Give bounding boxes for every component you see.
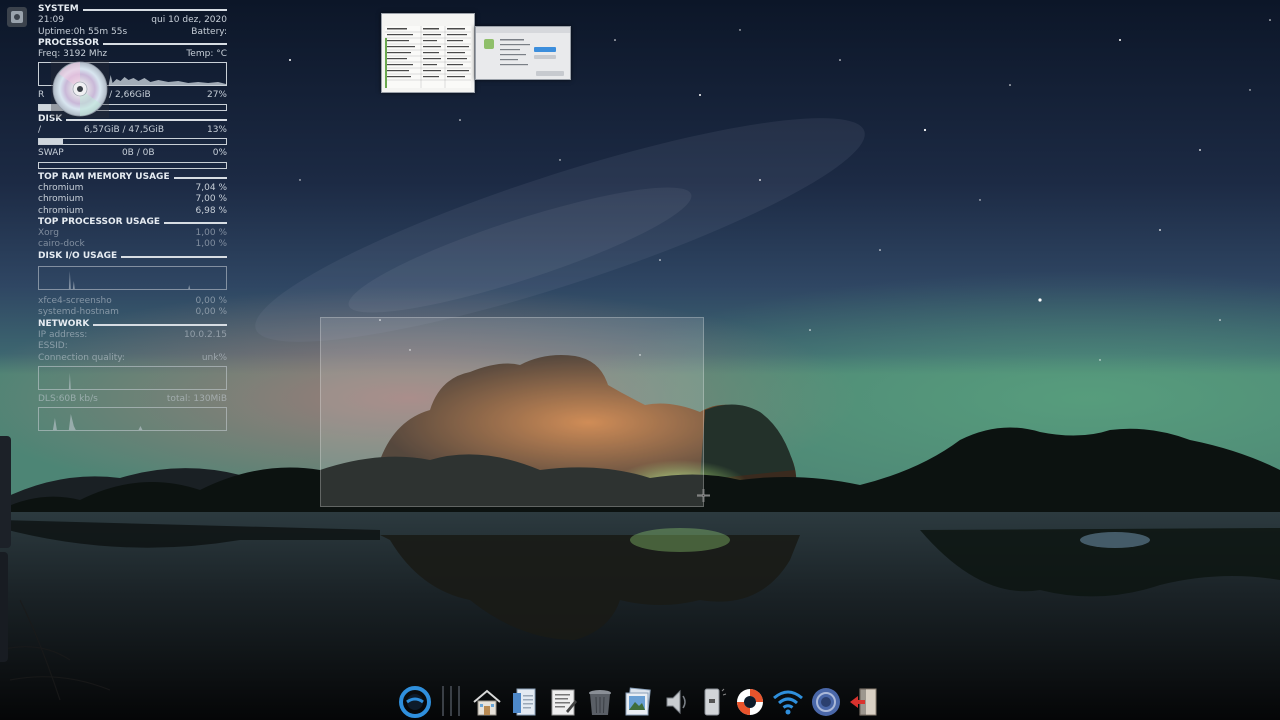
swap-label: SWAP bbox=[38, 148, 64, 159]
screenshot-selection-area[interactable] bbox=[320, 317, 704, 507]
list-item: cairo-dock 1,00 % bbox=[38, 239, 227, 250]
side-panel-handle[interactable] bbox=[0, 436, 11, 548]
section-top-ram: TOP RAM MEMORY USAGE bbox=[38, 172, 227, 183]
download-speed: DLS:60B kb/s bbox=[38, 393, 98, 404]
essid-label: ESSID: bbox=[38, 341, 68, 352]
volume-icon[interactable] bbox=[659, 685, 693, 719]
list-item: chromium 7,04 % bbox=[38, 182, 227, 193]
cpu-temperature: Temp: °C bbox=[186, 49, 227, 60]
trash-icon[interactable] bbox=[583, 685, 617, 719]
swap-usage: 0B / 0B bbox=[121, 148, 155, 159]
list-item: chromium 6,98 % bbox=[38, 205, 227, 216]
wifi-icon[interactable] bbox=[771, 685, 805, 719]
browser-icon[interactable] bbox=[809, 685, 843, 719]
start-menu-icon[interactable] bbox=[398, 685, 432, 719]
image-viewer-icon[interactable] bbox=[621, 685, 655, 719]
window-preview-settings[interactable] bbox=[475, 26, 571, 80]
help-lifebuoy-icon[interactable] bbox=[733, 685, 767, 719]
window-preview-content bbox=[476, 27, 570, 76]
download-total: total: 130MiB bbox=[166, 393, 227, 404]
battery-label: Battery: bbox=[191, 26, 227, 37]
quality-label: Connection quality: bbox=[38, 352, 125, 363]
network-up-graph bbox=[38, 365, 227, 390]
ip-address: 10.0.2.15 bbox=[184, 329, 227, 340]
uptime: Uptime:0h 55m 55s bbox=[38, 26, 128, 37]
disk-io-graph bbox=[38, 266, 227, 291]
cpu-frequency: Freq: 3192 Mhz bbox=[38, 49, 108, 60]
dock-panel bbox=[392, 682, 884, 720]
swap-percent: 0% bbox=[212, 148, 227, 159]
disk-bar bbox=[38, 138, 227, 146]
dock-separator bbox=[458, 686, 460, 716]
section-system: SYSTEM bbox=[38, 4, 227, 15]
list-item: systemd-hostnam 0,00 % bbox=[38, 307, 227, 318]
dock-separator bbox=[450, 686, 452, 716]
clock-date: qui 10 dez, 2020 bbox=[151, 15, 227, 26]
section-disk-io: DISK I/O USAGE bbox=[38, 251, 227, 262]
dock-separator bbox=[442, 686, 444, 716]
document-viewer-icon[interactable] bbox=[509, 685, 543, 719]
window-preview-content bbox=[385, 26, 471, 88]
list-item: Xorg 1,00 % bbox=[38, 228, 227, 239]
disk-usage: 6,57GiB / 47,5GiB bbox=[83, 125, 165, 136]
section-network: NETWORK bbox=[38, 319, 227, 330]
list-item: chromium 7,00 % bbox=[38, 194, 227, 205]
text-editor-icon[interactable] bbox=[546, 685, 580, 719]
optical-disc-icon[interactable] bbox=[51, 60, 109, 118]
side-panel-handle-secondary[interactable] bbox=[0, 552, 8, 662]
swap-bar bbox=[38, 161, 227, 169]
window-preview-title bbox=[382, 17, 474, 23]
app-launcher-icon[interactable] bbox=[7, 7, 27, 27]
logout-icon[interactable] bbox=[847, 685, 881, 719]
network-down-graph bbox=[38, 407, 227, 432]
disk-percent: 13% bbox=[206, 125, 227, 136]
section-processor: PROCESSOR bbox=[38, 38, 227, 49]
quality-value: unk% bbox=[201, 352, 227, 363]
memory-percent: 27% bbox=[206, 90, 227, 101]
clock-time: 21:09 bbox=[38, 15, 64, 26]
list-item: xfce4-screensho 0,00 % bbox=[38, 296, 227, 307]
usb-drive-icon[interactable] bbox=[695, 685, 729, 719]
home-icon[interactable] bbox=[470, 685, 504, 719]
section-top-processor: TOP PROCESSOR USAGE bbox=[38, 217, 227, 228]
crosshair-cursor-icon bbox=[697, 489, 710, 502]
ip-label: IP address: bbox=[38, 329, 88, 340]
window-preview-hotkeys[interactable] bbox=[381, 13, 475, 93]
